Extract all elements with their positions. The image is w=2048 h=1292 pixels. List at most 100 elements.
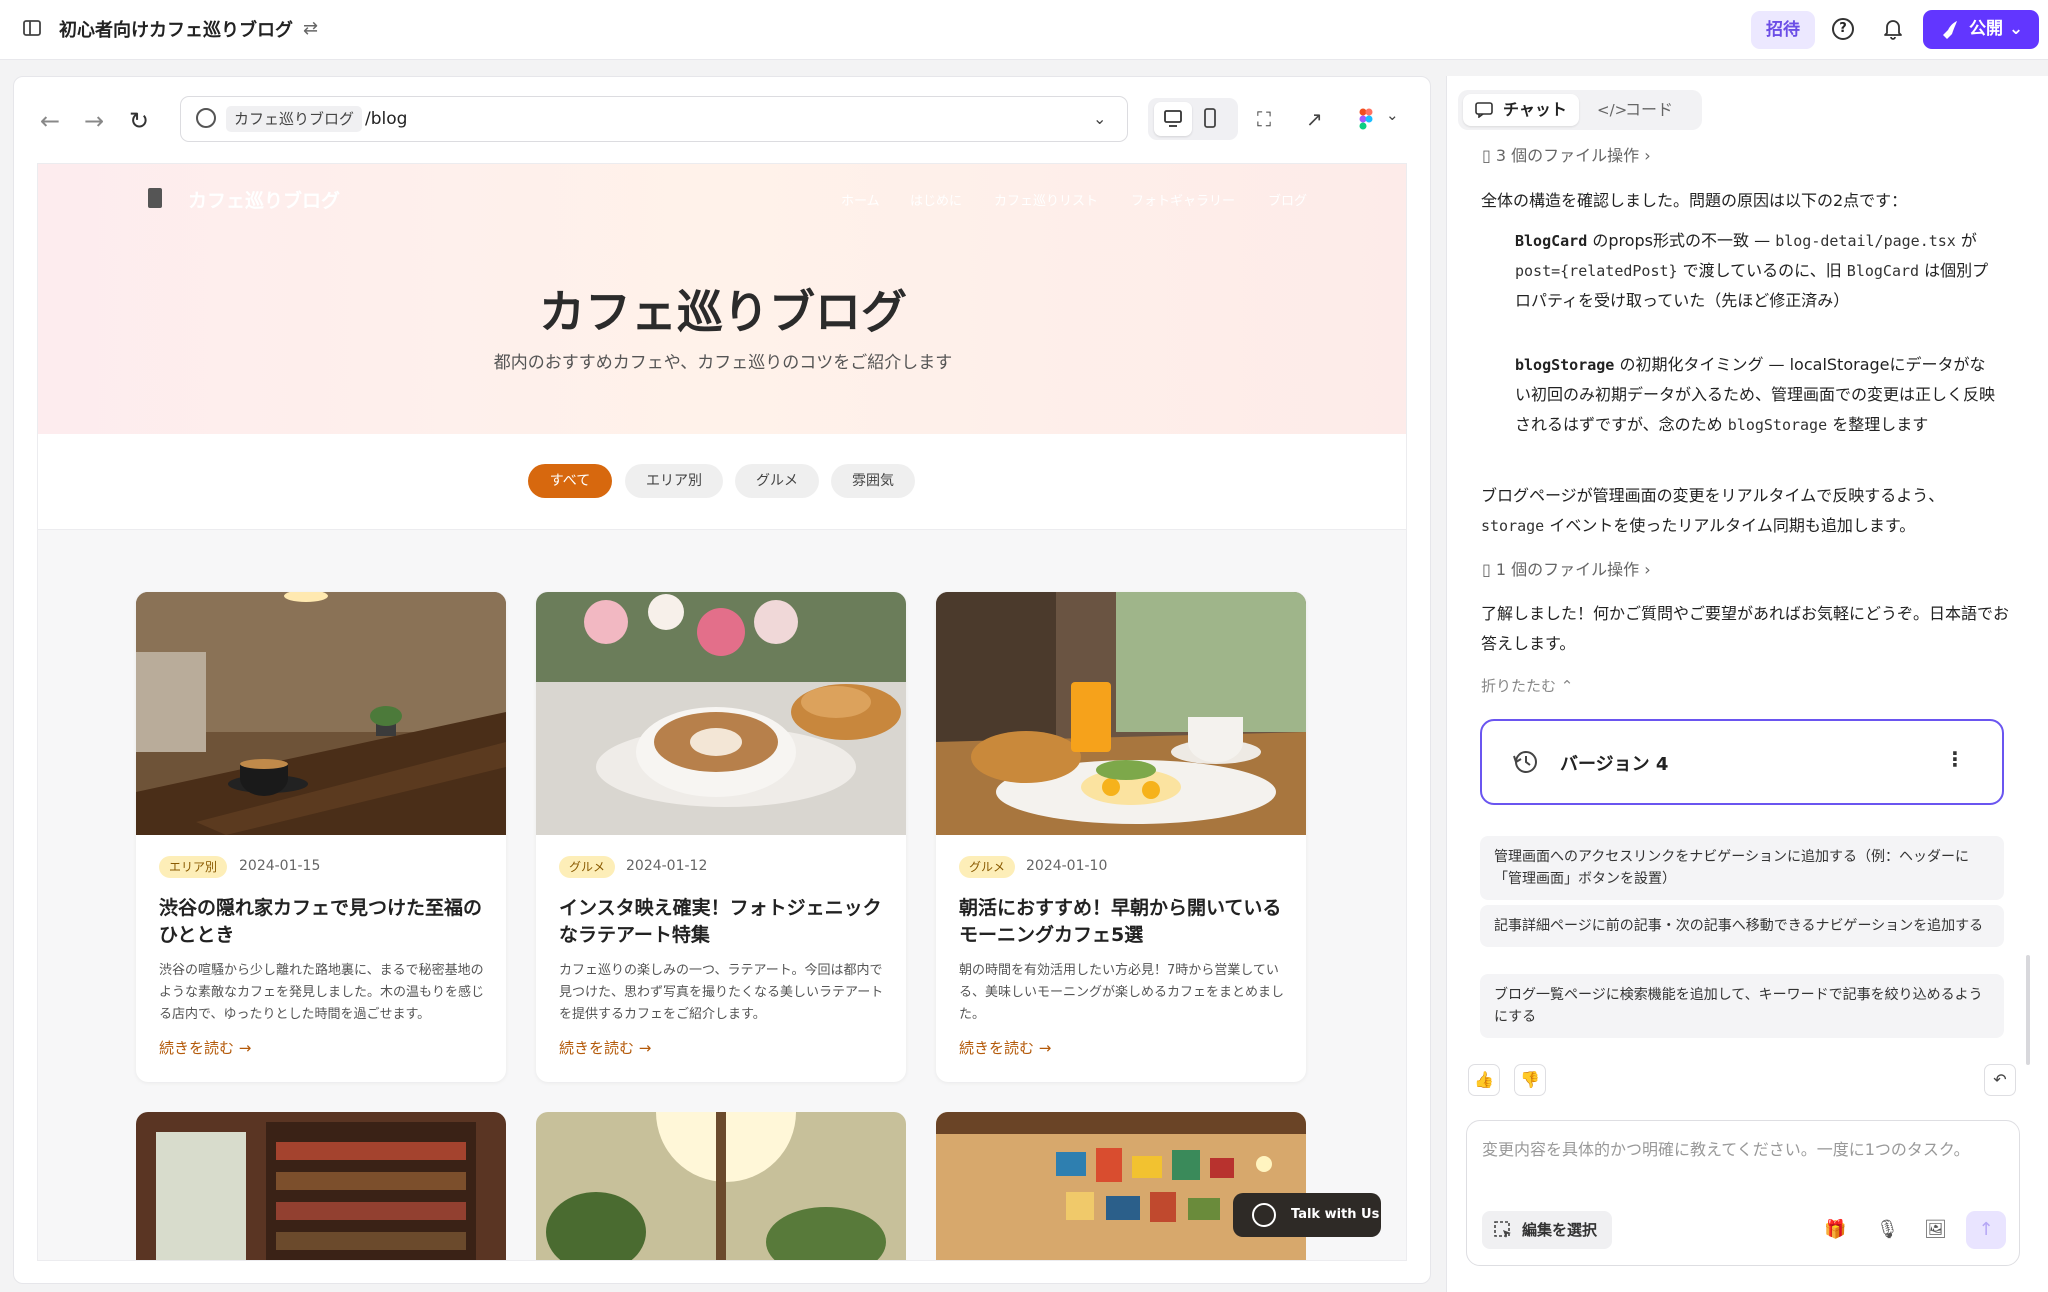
publish-label: 公開 (1969, 19, 2003, 39)
undo-icon[interactable]: ↶ (1984, 1064, 2016, 1096)
window-plants-image (536, 1112, 906, 1260)
code-snippet: storage (1481, 517, 1545, 535)
post-title[interactable]: 朝活におすすめ！早朝から開いているモーニングカフェ5選 (959, 895, 1294, 949)
publish-button[interactable]: 公開 ⌄ (1923, 10, 2039, 49)
help-icon[interactable]: ? (1832, 18, 1854, 40)
site-menu-blog[interactable]: ブログ (1268, 190, 1307, 209)
breakfast-image (936, 592, 1306, 835)
collapse-label: 折りたたむ (1481, 677, 1557, 695)
post-title[interactable]: インスタ映え確実！フォトジェニックなラテアート特集 (559, 895, 894, 949)
site-bottom-edge (38, 1260, 1407, 1261)
switch-project-icon[interactable]: ⇄ (303, 18, 318, 39)
blog-card[interactable] (536, 1112, 906, 1260)
code-icon: </> (1597, 101, 1628, 119)
select-cursor-icon (1494, 1221, 1511, 1238)
site-menu-intro[interactable]: はじめに (910, 190, 962, 209)
chat-scrollbar[interactable] (2026, 955, 2030, 1065)
suggestion-item[interactable]: 管理画面へのアクセスリンクをナビゲーションに追加する（例：ヘッダーに「管理画面」… (1480, 836, 2004, 900)
site-name[interactable]: カフェ巡りブログ (188, 186, 340, 213)
post-date: 2024-01-10 (1026, 858, 1108, 874)
cafe-interior-image (136, 592, 506, 835)
chevron-up-icon: ⌃ (1560, 677, 1574, 695)
select-edit-button[interactable]: 編集を選択 (1482, 1211, 1612, 1249)
invite-button[interactable]: 招待 (1751, 11, 1815, 49)
chevron-down-icon[interactable]: ⌄ (1093, 106, 1106, 132)
rocket-icon (1943, 21, 1957, 39)
file-operations-label: 3 個のファイル操作 (1495, 146, 1640, 165)
blog-card[interactable]: エリア別 2024-01-15 渋谷の隠れ家カフェで見つけた至福のひととき 渋谷… (136, 592, 506, 1082)
chevron-right-icon: › (1644, 146, 1651, 165)
read-more-link[interactable]: 続きを読む → (959, 1037, 1051, 1058)
gift-icon[interactable]: 🎁 (1824, 1219, 1846, 1240)
version-label: バージョン 4 (1560, 754, 1669, 775)
text-fragment: のprops形式の不一致 — (1592, 231, 1771, 250)
image-icon[interactable]: 🖼 (1924, 1219, 1947, 1240)
chat-message-item-2: blogStorage の初期化タイミング — localStorageにデータ… (1515, 350, 2000, 440)
site-menu-list[interactable]: カフェ巡りリスト (994, 190, 1098, 209)
reload-icon[interactable]: ↻ (129, 107, 149, 135)
figma-chevron-icon[interactable]: ⌄ (1386, 106, 1399, 124)
filter-all[interactable]: すべて (528, 464, 612, 498)
mobile-icon[interactable] (1203, 108, 1217, 128)
collapse-toggle[interactable]: 折りたたむ ⌃ (1481, 675, 1573, 696)
filter-area[interactable]: エリア別 (625, 464, 723, 498)
read-more-label: 続きを読む (959, 1039, 1035, 1057)
version-card[interactable] (1480, 719, 2004, 805)
back-arrow-icon[interactable]: ← (40, 107, 60, 135)
project-title[interactable]: 初心者向けカフェ巡りブログ (59, 16, 293, 42)
read-more-link[interactable]: 続きを読む → (559, 1037, 651, 1058)
chat-message-reply: 了解しました！何かご質問やご要望があればお気軽にどうぞ。日本語でお答えします。 (1481, 604, 2010, 653)
tab-chat[interactable]: チャット (1463, 94, 1579, 126)
headset-icon (1252, 1203, 1276, 1227)
globe-icon (196, 108, 216, 128)
art-wall-cafe-image (936, 1112, 1306, 1260)
sidebar-toggle-icon[interactable] (22, 18, 42, 38)
bell-icon[interactable] (1882, 17, 1904, 41)
blog-card[interactable]: グルメ 2024-01-12 インスタ映え確実！フォトジェニックなラテアート特集… (536, 592, 906, 1082)
figma-icon[interactable] (1359, 108, 1373, 130)
post-title[interactable]: 渋谷の隠れ家カフェで見つけた至福のひととき (159, 895, 494, 949)
send-button[interactable]: ↑ (1966, 1211, 2006, 1249)
read-more-link[interactable]: 続きを読む → (159, 1037, 251, 1058)
thumbs-down-icon[interactable]: 👎 (1514, 1064, 1546, 1096)
text-fragment: を整理します (1832, 415, 1929, 434)
filter-gourmet[interactable]: グルメ (735, 464, 819, 498)
suggestion-item[interactable]: 記事詳細ページに前の記事・次の記事へ移動できるナビゲーションを追加する (1480, 905, 2004, 947)
file-operations-toggle[interactable]: ▯ 3 個のファイル操作 › (1482, 142, 1651, 166)
filter-atmosphere[interactable]: 雰囲気 (831, 464, 915, 498)
file-operations-toggle[interactable]: ▯ 1 個のファイル操作 › (1482, 556, 1651, 580)
code-snippet: BlogCard (1846, 262, 1920, 280)
chat-message-sync: ブログページが管理画面の変更をリアルタイムで反映するよう、 storage イベ… (1481, 481, 2011, 541)
blog-card[interactable]: グルメ 2024-01-10 朝活におすすめ！早朝から開いているモーニングカフェ… (936, 592, 1306, 1082)
post-excerpt: カフェ巡りの楽しみの一つ、ラテアート。今回は都内で見つけた、思わず写真を撮りたく… (559, 963, 884, 1022)
thumbs-up-icon[interactable]: 👍 (1468, 1064, 1500, 1096)
chevron-right-icon: › (1644, 560, 1651, 579)
more-options-icon[interactable]: ⋮ (1945, 747, 1965, 771)
post-excerpt: 渋谷の喧騒から少し離れた路地裏に、まるで秘密基地のような素敵なカフェを発見しまし… (159, 963, 485, 1022)
suggestion-item[interactable]: ブログ一覧ページに検索機能を追加して、キーワードで記事を絞り込めるようにする (1480, 974, 2004, 1038)
blog-card[interactable] (136, 1112, 506, 1260)
site-menu-home[interactable]: ホーム (841, 190, 880, 209)
site-menu-gallery[interactable]: フォトギャラリー (1131, 190, 1235, 209)
tab-code[interactable]: </> コード (1597, 94, 1673, 126)
post-tag: グルメ (959, 856, 1016, 878)
file-operations-label: 1 個のファイル操作 (1495, 560, 1640, 579)
chat-input-placeholder[interactable]: 変更内容を具体的かつ明確に教えてください。一度に1つのタスク。 (1482, 1135, 2002, 1165)
hero-title: カフェ巡りブログ (539, 285, 907, 339)
arrow-right-icon: → (638, 1039, 652, 1057)
forward-arrow-icon[interactable]: → (84, 107, 104, 135)
text-fragment: ブログページが管理画面の変更をリアルタイムで反映するよう、 (1481, 486, 1945, 505)
file-icon: ▯ (1482, 560, 1491, 579)
fullscreen-icon[interactable]: ⛶ (1257, 107, 1271, 131)
microphone-icon[interactable]: 🎙 (1876, 1219, 1899, 1240)
hero-subtitle: 都内のおすすめカフェや、カフェ巡りのコツをご紹介します (493, 353, 953, 373)
url-path[interactable]: /blog (365, 106, 407, 132)
code-snippet: blogStorage (1515, 356, 1615, 374)
site-logo-icon[interactable] (148, 188, 162, 208)
desktop-view-button[interactable] (1154, 102, 1192, 136)
open-external-icon[interactable]: ↗ (1306, 107, 1323, 131)
post-excerpt: 朝の時間を有効活用したい方必見！7時から営業している、美味しいモーニングが楽しめ… (959, 963, 1285, 1022)
post-tag: エリア別 (159, 856, 228, 878)
file-icon: ▯ (1482, 146, 1491, 165)
blog-card[interactable] (936, 1112, 1306, 1260)
